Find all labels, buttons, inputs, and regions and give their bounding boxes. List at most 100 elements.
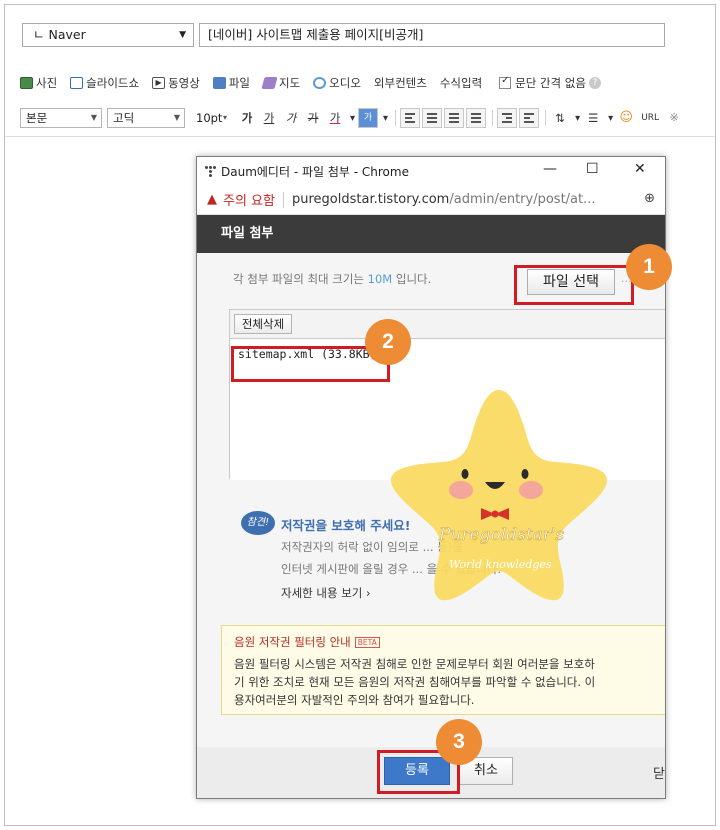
step-badge-2: 2 [365,319,411,365]
warning-icon: ▲ [207,192,217,207]
paragraph-spacing-toggle[interactable]: 문단 간격 없음 ? [499,75,601,91]
panel-title: 파일 첨부 [197,215,665,253]
chevron-down-icon[interactable]: ▾ [383,113,388,124]
attach-map-button[interactable]: 지도 [261,75,301,91]
category-value: ㄴ Naver [33,27,86,42]
video-icon: ▶ [152,77,166,89]
font-size-value: 10pt [196,111,223,125]
attach-video-label: 동영상 [168,76,200,90]
font-value: 고딕 [113,111,135,125]
special-char-button[interactable]: ※ [664,108,684,128]
toolbar-divider [492,110,494,126]
music-filter-notice: 음원 저작권 필터링 안내 BETA 음원 필터링 시스템은 저작권 침해로 인한… [221,625,665,715]
star-watermark: Puregoldstar's World knowledges [391,390,607,601]
align-justify-button[interactable] [466,108,487,128]
indent-button[interactable] [497,108,518,128]
attach-file-button[interactable]: 파일 [212,75,250,91]
font-color-button[interactable]: 가 [325,108,345,128]
bg-color-button[interactable]: 가 [358,108,379,128]
attach-audio-button[interactable]: 오디오 [313,75,361,91]
strike-button[interactable]: 가 [303,108,323,128]
limit-suffix: 입니다. [392,272,432,286]
paragraph-spacing-checkbox[interactable] [499,75,512,89]
copyright-badge: 참견! [241,511,275,535]
chevron-down-icon: ▼ [179,30,186,40]
security-warning[interactable]: 주의 요함 [223,190,275,209]
line-height-button[interactable]: ⇅ [550,108,570,128]
font-size-select[interactable]: 10pt ▾ [190,108,232,128]
file-icon [212,77,226,89]
slideshow-icon [70,77,84,89]
minimize-icon[interactable]: — [543,161,557,177]
window-title: Daum에디터 - 파일 첨부 - Chrome [221,164,409,179]
category-select[interactable]: ㄴ Naver ▼ [22,23,194,47]
highlight-file-select [514,265,634,305]
editor-divider [5,136,715,137]
format-toolbar: 본문 ▼ 고딕 ▼ 10pt ▾ 가 가 가 가 가 ▾ 가 ▾ ⇅ ▾ ☰ ▾ ☺ … [20,107,686,129]
align-right-button[interactable] [444,108,465,128]
font-select[interactable]: 고딕 ▼ [107,108,185,128]
bold-button[interactable]: 가 [237,108,257,128]
maximize-icon[interactable]: ☐ [586,161,599,177]
music-notice-text: 기 위한 조치로 현재 모든 음원의 저작권 침해여부를 파악할 수 없습니다.… [234,675,596,689]
audio-icon [313,77,327,89]
post-title-input[interactable]: [네이버] 사이트맵 제출용 페이지[비공개] [199,23,665,47]
watermark-title: Puregoldstar's [438,525,565,545]
window-titlebar: Daum에디터 - 파일 첨부 - Chrome — ☐ ✕ [197,157,665,185]
paragraph-style-select[interactable]: 본문 ▼ [20,108,102,128]
limit-size: 10M [367,272,393,286]
chevron-down-icon[interactable]: ▾ [575,113,580,124]
list-button[interactable]: ☰ [583,108,603,128]
music-notice-title: 음원 저작권 필터링 안내 BETA [234,634,380,650]
align-center-button[interactable] [422,108,443,128]
file-size-limit: 각 첨부 파일의 최대 크기는 10M 입니다. [233,271,431,287]
music-title-text: 음원 저작권 필터링 안내 [234,635,351,649]
close-button[interactable]: 닫 [653,763,665,782]
address-bar[interactable]: ▲ 주의 요함 puregoldstar.tistory.com/admin/e… [197,185,665,215]
emoticon-button[interactable]: ☺ [616,108,636,128]
toolbar-divider [395,110,397,126]
italic-button[interactable]: 가 [281,108,301,128]
attach-audio-label: 오디오 [329,76,361,90]
daum-icon [205,165,217,177]
music-notice-text: 음원 필터링 시스템은 저작권 침해로 인한 문제로부터 회원 여러분을 보호하 [234,657,595,671]
attach-slideshow-button[interactable]: 슬라이드쇼 [70,75,139,91]
attach-video-button[interactable]: ▶ 동영상 [152,75,200,91]
chevron-down-icon: ▼ [173,113,180,122]
chevron-down-icon[interactable]: ▾ [350,113,355,124]
music-notice-text: 용자여러분의 자발적인 주의와 참여가 필요합니다. [234,693,475,707]
watermark-subtitle: World knowledges [449,558,552,571]
beta-badge: BETA [354,637,380,648]
map-icon [261,77,278,89]
paragraph-style-value: 본문 [26,111,48,125]
attach-map-label: 지도 [279,76,301,90]
underline-button[interactable]: 가 [259,108,279,128]
align-left-button[interactable] [400,108,421,128]
limit-prefix: 각 첨부 파일의 최대 크기는 [233,272,368,286]
url-button[interactable]: URL [638,108,662,128]
url-host: puregoldstar.tistory.com [291,192,450,207]
step-badge-1: 1 [626,244,672,290]
address-divider [282,191,284,208]
attach-photo-label: 사진 [36,76,58,90]
close-icon[interactable]: ✕ [634,161,646,177]
attach-photo-button[interactable]: 사진 [20,75,57,91]
toolbar-divider [545,110,547,126]
attach-external-button[interactable]: 외부컨텐츠 [374,75,427,91]
outdent-button[interactable] [519,108,540,128]
attach-file-label: 파일 [228,76,250,90]
chevron-down-icon: ▼ [90,113,97,122]
help-icon[interactable]: ? [588,77,601,89]
copyright-more-link[interactable]: 자세한 내용 보기 › [281,585,371,601]
attach-formula-button[interactable]: 수식입력 [440,75,482,91]
zoom-icon[interactable]: ⊕ [644,191,655,206]
chevron-down-icon[interactable]: ▾ [608,113,613,124]
attach-external-label: 외부컨텐츠 [373,76,427,90]
chevron-down-icon: ▾ [222,113,227,122]
delete-all-button[interactable]: 전체삭제 [234,314,292,334]
url-path: /admin/entry/post/at... [449,192,596,207]
attach-slideshow-label: 슬라이드쇼 [86,76,140,90]
attach-toolbar: 사진 슬라이드쇼 ▶동영상 파일 지도 오디오 외부컨텐츠 수식입력 문단 간격… [20,72,614,94]
photo-icon [20,77,33,89]
attach-formula-label: 수식입력 [439,76,483,90]
